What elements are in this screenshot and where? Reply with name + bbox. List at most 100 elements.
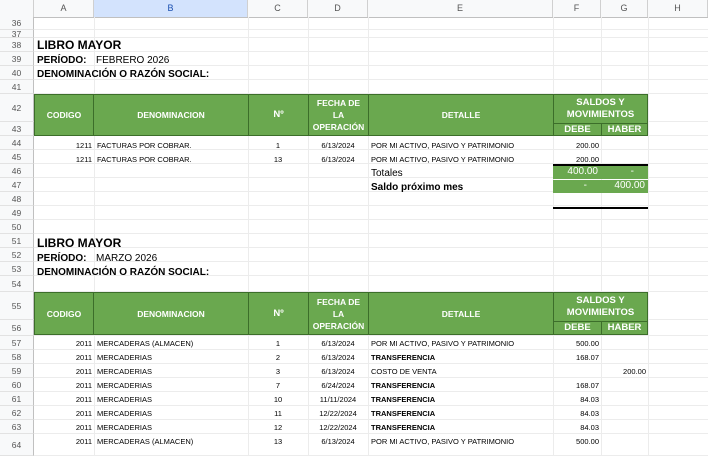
row-header[interactable]: 45: [0, 150, 34, 164]
ledger2-cell-numero[interactable]: 3: [248, 367, 308, 376]
ledger2-cell-numero[interactable]: 7: [248, 381, 308, 390]
column-header-b[interactable]: B: [94, 0, 248, 17]
ledger2-cell-codigo[interactable]: 2011: [34, 437, 92, 446]
ledger2-cell-detalle[interactable]: TRANSFERENCIA: [371, 409, 551, 418]
ledger1-cell-detalle[interactable]: POR MI ACTIVO, PASIVO Y PATRIMONIO: [371, 155, 551, 164]
ledger2-header-haber[interactable]: HABER: [601, 321, 648, 335]
ledger1-header-saldos[interactable]: SALDOS Y MOVIMIENTOS: [553, 94, 648, 124]
column-header-h[interactable]: H: [648, 0, 708, 17]
ledger2-header-saldos[interactable]: SALDOS Y MOVIMIENTOS: [553, 292, 648, 322]
ledger1-cell-fecha[interactable]: 6/13/2024: [308, 141, 368, 150]
column-header-a[interactable]: A: [34, 0, 94, 17]
ledger2-cell-denominacion[interactable]: MERCADERAS (ALMACEN): [97, 437, 247, 446]
ledger1-cell-numero[interactable]: 13: [248, 155, 308, 164]
ledger2-cell-codigo[interactable]: 2011: [34, 423, 92, 432]
ledger2-cell-codigo[interactable]: 2011: [34, 367, 92, 376]
ledger2-cell-codigo[interactable]: 2011: [34, 339, 92, 348]
ledger2-cell-codigo[interactable]: 2011: [34, 395, 92, 404]
ledger1-cell-codigo[interactable]: 1211: [34, 155, 92, 164]
ledger2-cell-fecha[interactable]: 6/24/2024: [308, 381, 368, 390]
row-header[interactable]: 57: [0, 336, 34, 350]
ledger2-header-detalle[interactable]: DETALLE: [368, 292, 554, 335]
row-header[interactable]: 52: [0, 248, 34, 262]
ledger2-cell-detalle[interactable]: TRANSFERENCIA: [371, 353, 551, 362]
ledger2-header-codigo[interactable]: CODIGO: [34, 292, 94, 335]
ledger2-cell-haber[interactable]: 200.00: [601, 367, 646, 376]
ledger1-cell-denominacion[interactable]: FACTURAS POR COBRAR.: [97, 141, 247, 150]
select-all-corner[interactable]: [0, 0, 34, 17]
ledger1-header-detalle[interactable]: DETALLE: [368, 94, 554, 136]
ledger2-cell-denominacion[interactable]: MERCADERIAS: [97, 423, 247, 432]
row-header[interactable]: 44: [0, 136, 34, 150]
ledger2-cell-denominacion[interactable]: MERCADERAS (ALMACEN): [97, 339, 247, 348]
column-header-c[interactable]: C: [248, 0, 308, 17]
row-header[interactable]: 38: [0, 38, 34, 52]
ledger2-cell-fecha[interactable]: 11/11/2024: [308, 395, 368, 404]
row-header[interactable]: 55: [0, 292, 34, 320]
ledger2-cell-debe[interactable]: 84.03: [553, 395, 599, 404]
ledger2-cell-fecha[interactable]: 6/13/2024: [308, 437, 368, 446]
ledger2-cell-numero[interactable]: 13: [248, 437, 308, 446]
ledger2-cell-numero[interactable]: 11: [248, 409, 308, 418]
ledger2-cell-detalle[interactable]: COSTO DE VENTA: [371, 367, 551, 376]
ledger2-header-fecha[interactable]: FECHA DE LA OPERACIÓN: [308, 292, 369, 335]
ledger2-cell-detalle[interactable]: TRANSFERENCIA: [371, 381, 551, 390]
ledger2-cell-detalle[interactable]: POR MI ACTIVO, PASIVO Y PATRIMONIO: [371, 339, 551, 348]
ledger2-header-debe[interactable]: DEBE: [553, 321, 602, 335]
ledger1-cell-debe[interactable]: 200.00: [553, 155, 599, 164]
row-header[interactable]: 51: [0, 234, 34, 248]
row-header[interactable]: 62: [0, 406, 34, 420]
ledger2-cell-debe[interactable]: 500.00: [553, 437, 599, 446]
ledger1-totales-haber-cell[interactable]: -: [601, 166, 648, 179]
ledger2-header-numero[interactable]: Nº: [248, 292, 309, 335]
ledger2-cell-numero[interactable]: 2: [248, 353, 308, 362]
row-header[interactable]: 53: [0, 262, 34, 276]
ledger2-cell-numero[interactable]: 12: [248, 423, 308, 432]
ledger1-saldo-haber-cell[interactable]: 400.00: [601, 180, 648, 193]
ledger2-cell-detalle[interactable]: TRANSFERENCIA: [371, 395, 551, 404]
ledger1-totales-debe-cell[interactable]: 400.00: [553, 166, 601, 179]
ledger1-cell-detalle[interactable]: POR MI ACTIVO, PASIVO Y PATRIMONIO: [371, 141, 551, 150]
row-header[interactable]: 64: [0, 434, 34, 456]
row-header[interactable]: 46: [0, 164, 34, 178]
ledger2-cell-debe[interactable]: 168.07: [553, 381, 599, 390]
row-header[interactable]: 41: [0, 80, 34, 94]
ledger2-cell-denominacion[interactable]: MERCADERIAS: [97, 353, 247, 362]
row-header[interactable]: 58: [0, 350, 34, 364]
ledger2-cell-fecha[interactable]: 6/13/2024: [308, 353, 368, 362]
ledger2-cell-detalle[interactable]: POR MI ACTIVO, PASIVO Y PATRIMONIO: [371, 437, 551, 446]
ledger1-cell-numero[interactable]: 1: [248, 141, 308, 150]
row-header[interactable]: 49: [0, 206, 34, 220]
row-header[interactable]: 54: [0, 276, 34, 292]
row-header[interactable]: 59: [0, 364, 34, 378]
ledger2-cell-detalle[interactable]: TRANSFERENCIA: [371, 423, 551, 432]
row-header[interactable]: 37: [0, 30, 34, 38]
column-header-d[interactable]: D: [308, 0, 368, 17]
ledger2-cell-denominacion[interactable]: MERCADERIAS: [97, 409, 247, 418]
ledger1-cell-fecha[interactable]: 6/13/2024: [308, 155, 368, 164]
ledger2-cell-debe[interactable]: 84.03: [553, 409, 599, 418]
ledger2-cell-fecha[interactable]: 6/13/2024: [308, 339, 368, 348]
ledger1-header-denominacion[interactable]: DENOMINACION: [93, 94, 249, 136]
row-header[interactable]: 60: [0, 378, 34, 392]
row-header[interactable]: 61: [0, 392, 34, 406]
ledger2-cell-debe[interactable]: 168.07: [553, 353, 599, 362]
ledger2-cell-denominacion[interactable]: MERCADERIAS: [97, 395, 247, 404]
ledger1-header-haber[interactable]: HABER: [601, 123, 648, 136]
ledger1-header-fecha[interactable]: FECHA DE LA OPERACIÓN: [308, 94, 369, 136]
ledger2-cell-numero[interactable]: 10: [248, 395, 308, 404]
ledger2-cell-denominacion[interactable]: MERCADERIAS: [97, 381, 247, 390]
ledger2-cell-fecha[interactable]: 6/13/2024: [308, 367, 368, 376]
ledger1-cell-denominacion[interactable]: FACTURAS POR COBRAR.: [97, 155, 247, 164]
ledger1-cell-codigo[interactable]: 1211: [34, 141, 92, 150]
row-header[interactable]: 63: [0, 420, 34, 434]
column-header-e[interactable]: E: [368, 0, 553, 17]
ledger2-cell-numero[interactable]: 1: [248, 339, 308, 348]
row-header[interactable]: 56: [0, 320, 34, 336]
ledger2-cell-codigo[interactable]: 2011: [34, 353, 92, 362]
ledger1-header-debe[interactable]: DEBE: [553, 123, 602, 136]
row-header[interactable]: 47: [0, 178, 34, 192]
row-header[interactable]: 42: [0, 94, 34, 122]
ledger2-cell-denominacion[interactable]: MERCADERIAS: [97, 367, 247, 376]
row-header[interactable]: 40: [0, 66, 34, 80]
